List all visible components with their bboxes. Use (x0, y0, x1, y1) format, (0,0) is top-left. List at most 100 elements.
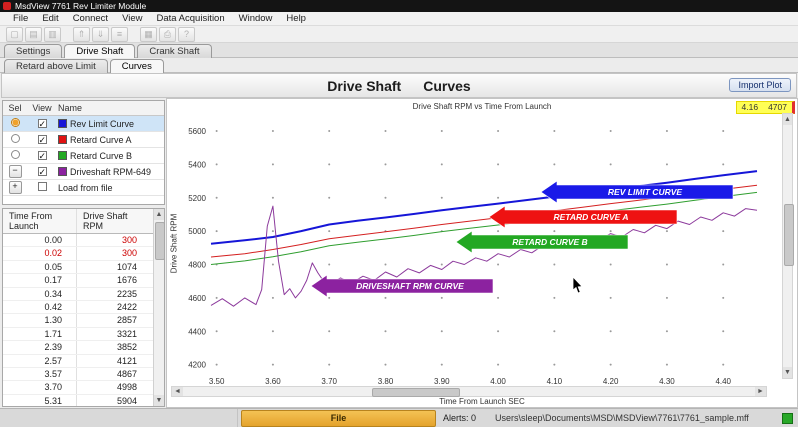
table-row[interactable]: 0.02300 (3, 247, 164, 260)
time-cell[interactable]: 0.34 (3, 288, 77, 300)
time-cell[interactable]: 0.17 (3, 274, 77, 286)
view-cell (27, 182, 57, 193)
verify-icon[interactable]: ≡ (111, 27, 128, 42)
chart-vertical-scrollbar[interactable]: ▲ ▼ (782, 113, 793, 379)
table-row[interactable]: 2.393852 (3, 341, 164, 354)
rpm-cell[interactable]: 3852 (77, 341, 153, 353)
tab-settings[interactable]: Settings (4, 44, 62, 58)
curve-list-row[interactable]: −✓Driveshaft RPM-649 (3, 164, 164, 180)
save-file-icon[interactable]: ▥ (44, 27, 61, 42)
grid-dot (610, 230, 612, 232)
table-row[interactable]: 3.574867 (3, 368, 164, 381)
menu-view[interactable]: View (115, 13, 149, 24)
curve-list-row[interactable]: ✓Retard Curve A (3, 132, 164, 148)
upload-device-icon[interactable]: ⇑ (73, 27, 90, 42)
import-plot-button[interactable]: Import Plot (729, 78, 791, 92)
tab-drive-shaft[interactable]: Drive Shaft (64, 44, 135, 58)
menu-edit[interactable]: Edit (35, 13, 65, 24)
rpm-cell[interactable]: 5904 (77, 395, 153, 407)
rpm-cell[interactable]: 2857 (77, 314, 153, 326)
scroll-up-icon[interactable]: ▲ (154, 209, 164, 220)
curve-visible-checkbox[interactable] (38, 182, 47, 191)
chart-area[interactable]: Drive Shaft RPM vs Time From Launch 4.16… (166, 98, 798, 408)
subtab-retard-above-limit[interactable]: Retard above Limit (4, 59, 108, 73)
help-icon[interactable]: ? (178, 27, 195, 42)
status-file-segment[interactable]: File (241, 410, 436, 427)
time-cell[interactable]: 5.31 (3, 395, 77, 407)
download-device-icon[interactable]: ⇓ (92, 27, 109, 42)
rpm-cell[interactable]: 300 (77, 234, 153, 246)
scrollbar-thumb[interactable] (784, 204, 794, 266)
time-cell[interactable]: 3.57 (3, 368, 77, 380)
time-cell[interactable]: 0.02 (3, 247, 77, 259)
menu-help[interactable]: Help (279, 13, 313, 24)
curve-visible-checkbox[interactable]: ✓ (38, 119, 47, 128)
rpm-cell[interactable]: 1676 (77, 274, 153, 286)
rpm-cell[interactable]: 300 (77, 247, 153, 259)
menu-window[interactable]: Window (232, 13, 280, 24)
curve-visible-checkbox[interactable]: ✓ (38, 167, 47, 176)
scrollbar-thumb[interactable] (155, 222, 165, 260)
scroll-right-icon[interactable]: ► (755, 387, 766, 396)
rpm-cell[interactable]: 3321 (77, 328, 153, 340)
rpm-cell[interactable]: 2235 (77, 288, 153, 300)
subtab-curves[interactable]: Curves (110, 59, 164, 73)
curve-list-row[interactable]: ✓Retard Curve B (3, 148, 164, 164)
grid-dot (216, 130, 218, 132)
curve-list-row[interactable]: +Load from file (3, 180, 164, 196)
menu-file[interactable]: File (6, 13, 35, 24)
time-cell[interactable]: 0.05 (3, 261, 77, 273)
menu-connect[interactable]: Connect (66, 13, 115, 24)
scroll-left-icon[interactable]: ◄ (172, 387, 183, 396)
time-cell[interactable]: 1.71 (3, 328, 77, 340)
curve-visible-checkbox[interactable]: ✓ (38, 135, 47, 144)
rpm-cell[interactable]: 4121 (77, 355, 153, 367)
table-row[interactable]: 5.315904 (3, 395, 164, 407)
tab-crank-shaft[interactable]: Crank Shaft (137, 44, 211, 58)
curve-select-radio[interactable] (11, 150, 20, 159)
time-cell[interactable]: 2.39 (3, 341, 77, 353)
add-curve-button[interactable]: + (9, 181, 22, 194)
rpm-cell[interactable]: 4867 (77, 368, 153, 380)
table-row[interactable]: 0.051074 (3, 261, 164, 274)
scroll-down-icon[interactable]: ▼ (783, 367, 792, 378)
curve-visible-checkbox[interactable]: ✓ (38, 151, 47, 160)
chart-horizontal-scrollbar[interactable]: ◄ ► (171, 386, 767, 397)
grid-dot (384, 364, 386, 366)
grid-dot (610, 130, 612, 132)
new-file-icon[interactable]: ▢ (6, 27, 23, 42)
grid-dot (384, 297, 386, 299)
series-rev-limit-curve (211, 171, 757, 244)
time-cell[interactable]: 2.57 (3, 355, 77, 367)
rpm-cell[interactable]: 4998 (77, 381, 153, 393)
table-row[interactable]: 0.00300 (3, 234, 164, 247)
curve-select-radio[interactable] (11, 134, 20, 143)
table-row[interactable]: 0.342235 (3, 288, 164, 301)
menu-data-acquisition[interactable]: Data Acquisition (150, 13, 232, 24)
table-row[interactable]: 2.574121 (3, 355, 164, 368)
scroll-up-icon[interactable]: ▲ (783, 114, 792, 125)
scrollbar-thumb[interactable] (372, 388, 460, 397)
monitor-icon[interactable]: ▦ (140, 27, 157, 42)
rpm-cell[interactable]: 2422 (77, 301, 153, 313)
remove-curve-button[interactable]: − (9, 165, 22, 178)
time-cell[interactable]: 1.30 (3, 314, 77, 326)
scroll-down-icon[interactable]: ▼ (154, 395, 164, 406)
time-cell[interactable]: 0.42 (3, 301, 77, 313)
table-row[interactable]: 1.302857 (3, 314, 164, 327)
rpm-cell[interactable]: 1074 (77, 261, 153, 273)
open-file-icon[interactable]: ▤ (25, 27, 42, 42)
chart-plot[interactable]: 3.503.603.703.803.904.004.104.204.304.40… (167, 99, 798, 409)
data-table-scrollbar[interactable]: ▲ ▼ (153, 209, 164, 406)
curve-select-radio[interactable] (11, 118, 20, 127)
curve-list-row[interactable]: ✓Rev Limit Curve (3, 116, 164, 132)
table-row[interactable]: 0.171676 (3, 274, 164, 287)
sel-cell: − (3, 165, 27, 178)
table-row[interactable]: 3.704998 (3, 381, 164, 394)
table-row[interactable]: 0.422422 (3, 301, 164, 314)
time-cell[interactable]: 3.70 (3, 381, 77, 393)
print-icon[interactable]: ⎙ (159, 27, 176, 42)
time-cell[interactable]: 0.00 (3, 234, 77, 246)
table-row[interactable]: 1.713321 (3, 328, 164, 341)
grid-dot (441, 197, 443, 199)
